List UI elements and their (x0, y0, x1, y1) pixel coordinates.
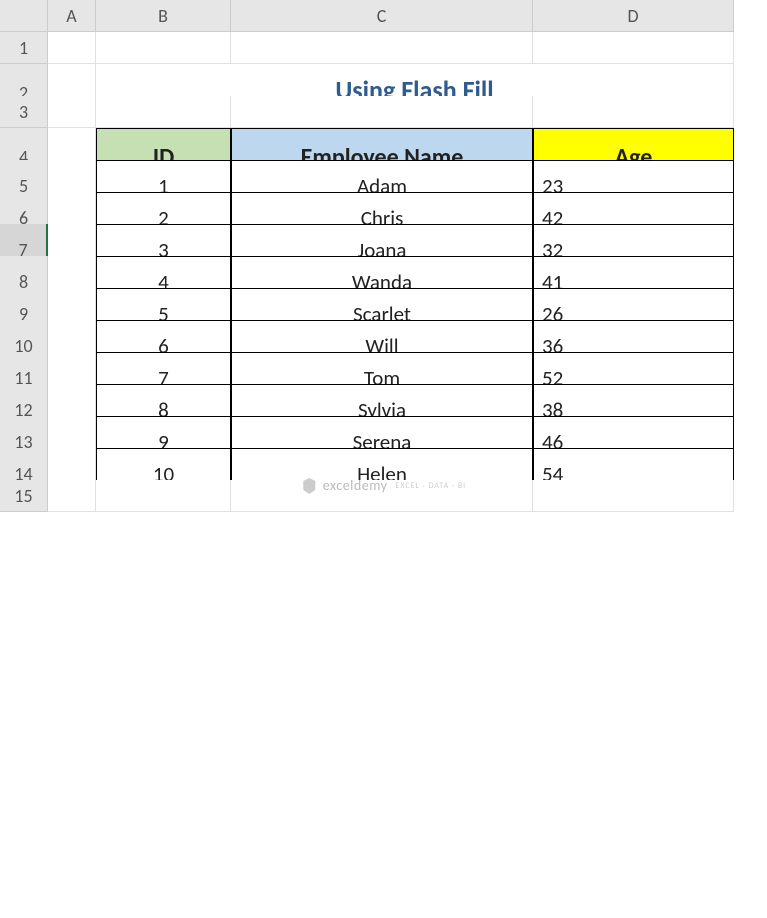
cell-C3[interactable] (231, 96, 533, 128)
cell-C1[interactable] (231, 32, 533, 64)
cell-A15[interactable] (48, 480, 96, 512)
col-header-B[interactable]: B (96, 0, 231, 32)
spreadsheet-grid: A B C D 1 2 Using Flash Fill 3 4 ID Empl… (0, 0, 767, 512)
col-header-D[interactable]: D (533, 0, 734, 32)
select-all-corner[interactable] (0, 0, 48, 32)
cell-A3[interactable] (48, 96, 96, 128)
cell-C15[interactable] (231, 480, 533, 512)
row-header-15[interactable]: 15 (0, 480, 48, 512)
cell-B1[interactable] (96, 32, 231, 64)
cell-D1[interactable] (533, 32, 734, 64)
cell-A1[interactable] (48, 32, 96, 64)
cell-B3[interactable] (96, 96, 231, 128)
row-header-1[interactable]: 1 (0, 32, 48, 64)
cell-B15[interactable] (96, 480, 231, 512)
cell-D15[interactable] (533, 480, 734, 512)
cell-D3[interactable] (533, 96, 734, 128)
row-header-3[interactable]: 3 (0, 96, 48, 128)
col-header-C[interactable]: C (231, 0, 533, 32)
col-header-A[interactable]: A (48, 0, 96, 32)
